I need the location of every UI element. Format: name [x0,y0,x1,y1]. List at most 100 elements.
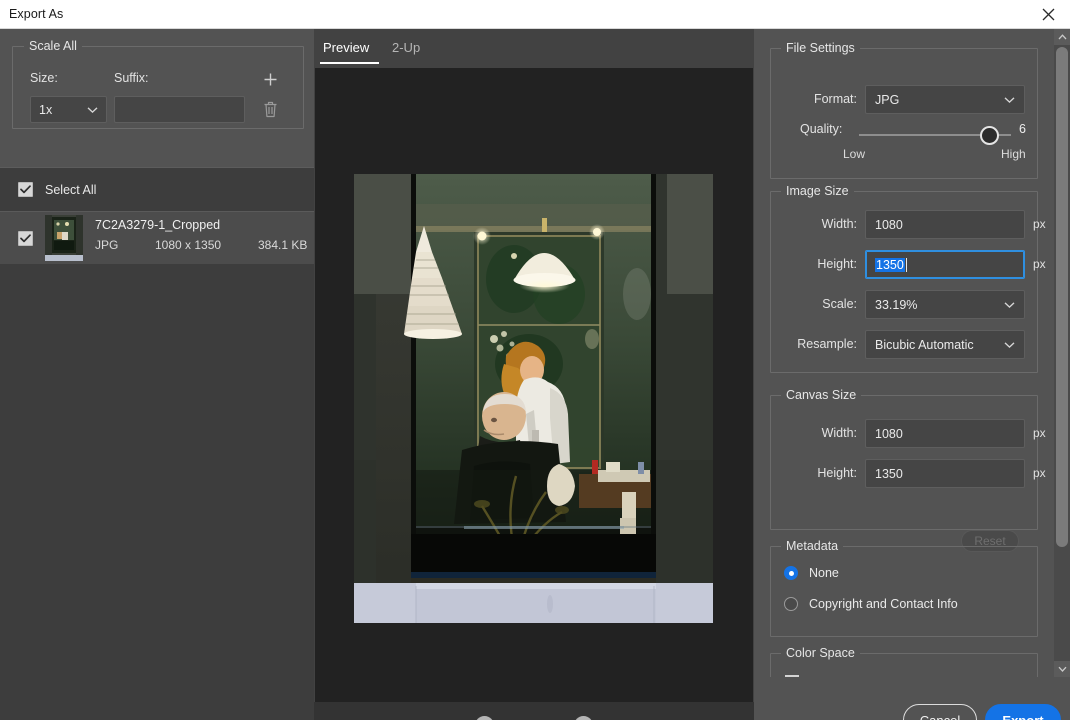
color-space-title: Color Space [781,646,860,660]
thumbnail-image [45,215,83,261]
image-scale-value: 33.19% [875,297,918,312]
file-meta: 7C2A3279-1_Cropped JPG 1080 x 1350 384.1… [95,218,314,258]
window-title: Export As [9,7,64,21]
image-width-value: 1080 [875,217,903,232]
select-all-label: Select All [45,182,97,197]
zoom-out-button[interactable] [475,716,494,720]
canvas-width-input[interactable]: 1080 [865,419,1025,448]
scale-size-value: 1x [39,102,53,117]
preview-panel: Preview 2-Up [314,29,754,720]
chevron-down-icon [87,106,98,113]
canvas-height-label: Height: [817,466,857,480]
text-caret [905,257,907,272]
quality-low-label: Low [843,147,866,161]
export-button[interactable]: Export [985,704,1061,720]
format-label: Format: [813,92,857,106]
size-label: Size: [30,71,58,85]
close-button[interactable] [1026,0,1070,29]
resample-label: Resample: [797,337,857,351]
canvas-height-input[interactable]: 1350 [865,459,1025,488]
settings-panel: File Settings Format: JPG Quality: 6 Low… [754,29,1070,720]
dialog-footer: v5.8.21 Cancel Export [754,677,1070,720]
suffix-label: Suffix: [114,71,149,85]
metadata-copyright-row[interactable]: Copyright and Contact Info [784,597,958,611]
chevron-down-icon [1004,301,1015,308]
quality-slider-thumb[interactable] [980,126,999,145]
canvas-width-value: 1080 [875,426,903,441]
chevron-down-icon [1004,96,1015,103]
format-value: JPG [875,92,900,107]
file-size: 384.1 KB [258,238,308,252]
file-checkbox[interactable] [18,230,33,246]
preview-image [354,174,713,623]
scroll-down-button[interactable] [1054,661,1070,677]
left-panel: Scale All Size: Suffix: 1x Select All 7C… [0,29,314,720]
file-settings-title: File Settings [781,41,860,55]
scale-all-group: Scale All Size: Suffix: 1x [12,39,304,129]
canvas-height-value: 1350 [875,466,903,481]
suffix-input[interactable] [114,96,245,123]
preview-canvas[interactable] [315,68,753,702]
image-height-input[interactable]: 1350 [865,250,1025,279]
chevron-down-icon [1004,341,1015,348]
metadata-group: Metadata None Copyright and Contact Info [770,539,1038,637]
check-icon [20,233,31,242]
image-height-value: 1350 [875,257,905,272]
plus-icon [264,73,276,85]
title-bar: Export As [0,0,1070,29]
color-space-group: Color Space [770,646,1038,677]
file-list-panel: Select All 7C2A3279-1_Cropped JPG 1080 x… [0,167,314,720]
metadata-copyright-label: Copyright and Contact Info [809,597,958,611]
cancel-button[interactable]: Cancel [903,704,977,720]
canvas-size-title: Canvas Size [781,388,862,402]
zoom-in-button[interactable] [574,716,593,720]
image-scale-select[interactable]: 33.19% [865,290,1025,319]
metadata-none-label: None [809,566,839,580]
trash-icon [264,101,276,117]
close-icon [1042,8,1054,21]
barbershop-window-photo [354,174,713,623]
format-select[interactable]: JPG [865,85,1025,114]
image-scale-label: Scale: [822,297,857,311]
settings-scroll-area: File Settings Format: JPG Quality: 6 Low… [754,29,1054,677]
canvas-width-label: Width: [821,426,857,440]
chevron-down-icon [1058,666,1066,672]
canvas-height-unit: px [1033,466,1046,480]
export-as-dialog: Export As Scale All Size: Suffix: 1x Sel… [0,0,1070,720]
tab-2up[interactable]: 2-Up [392,40,420,55]
quality-label: Quality: [800,122,843,136]
file-thumbnail [45,215,83,261]
image-size-title: Image Size [781,184,854,198]
tab-preview[interactable]: Preview [323,40,369,55]
chevron-up-icon [1058,34,1066,40]
image-width-unit: px [1033,217,1046,231]
radio-copyright[interactable] [784,597,798,611]
scroll-up-button[interactable] [1054,29,1070,45]
canvas-size-group: Canvas Size Width: 1080 px Height: 1350 … [770,388,1046,552]
active-tab-indicator [320,62,379,64]
image-width-input[interactable]: 1080 [865,210,1025,239]
zoom-toolbar: 33.33% [314,702,754,720]
select-all-checkbox[interactable] [18,182,33,197]
canvas-width-unit: px [1033,426,1046,440]
preview-tabs: Preview 2-Up [314,29,754,68]
radio-none[interactable] [784,566,798,580]
select-all-row[interactable]: Select All [0,168,314,212]
image-size-group: Image Size Width: 1080 px Height: 1350 p… [770,184,1046,373]
scale-size-select[interactable]: 1x [30,96,107,123]
file-name: 7C2A3279-1_Cropped [95,218,221,232]
resample-select[interactable]: Bicubic Automatic [865,330,1025,359]
file-settings-group: File Settings Format: JPG Quality: 6 Low… [770,41,1038,179]
delete-scale-button[interactable] [258,96,282,122]
image-width-label: Width: [821,217,857,231]
metadata-title: Metadata [781,539,844,553]
file-dimensions: 1080 x 1350 [155,238,222,252]
scrollbar-thumb[interactable] [1056,47,1068,547]
add-scale-button[interactable] [258,67,282,91]
list-item[interactable]: 7C2A3279-1_Cropped JPG 1080 x 1350 384.1… [0,212,314,264]
metadata-none-row[interactable]: None [784,566,839,580]
settings-scrollbar[interactable] [1054,29,1070,677]
image-height-unit: px [1033,257,1046,271]
check-icon [20,185,31,194]
quality-value: 6 [1019,122,1026,136]
